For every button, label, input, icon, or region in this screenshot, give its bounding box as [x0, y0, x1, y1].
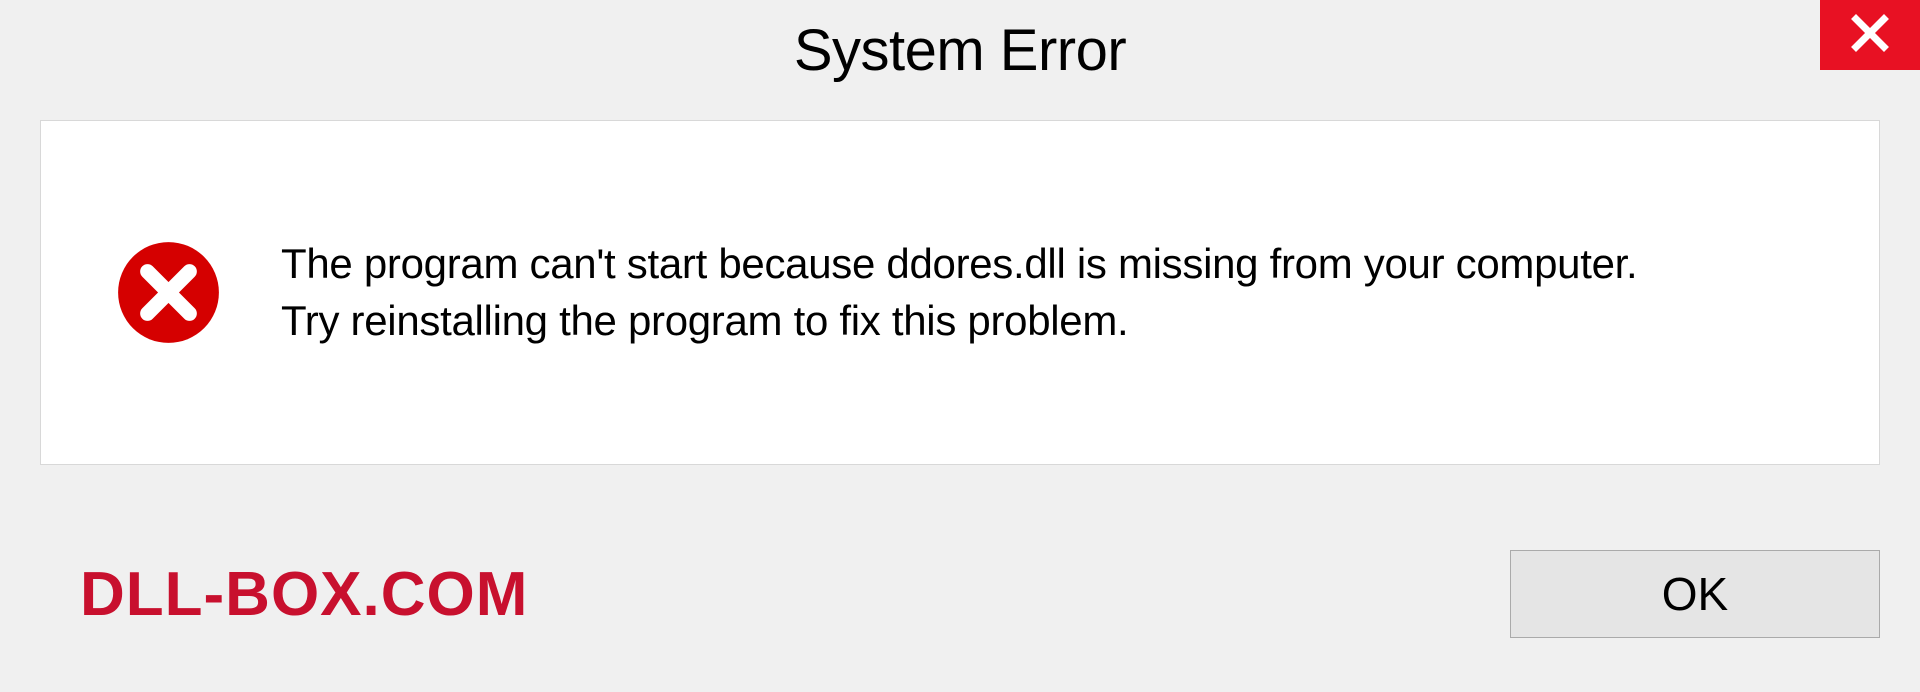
close-icon	[1850, 13, 1890, 58]
ok-button-label: OK	[1662, 567, 1728, 621]
message-line-1: The program can't start because ddores.d…	[281, 236, 1637, 293]
message-panel: The program can't start because ddores.d…	[40, 120, 1880, 465]
close-button[interactable]	[1820, 0, 1920, 70]
ok-button[interactable]: OK	[1510, 550, 1880, 638]
title-bar: System Error	[0, 0, 1920, 100]
message-line-2: Try reinstalling the program to fix this…	[281, 293, 1637, 350]
dialog-title: System Error	[794, 17, 1126, 84]
watermark-text: DLL-BOX.COM	[80, 559, 528, 630]
error-icon	[116, 240, 221, 345]
message-text-block: The program can't start because ddores.d…	[281, 236, 1637, 349]
footer-bar: DLL-BOX.COM OK	[40, 534, 1880, 654]
